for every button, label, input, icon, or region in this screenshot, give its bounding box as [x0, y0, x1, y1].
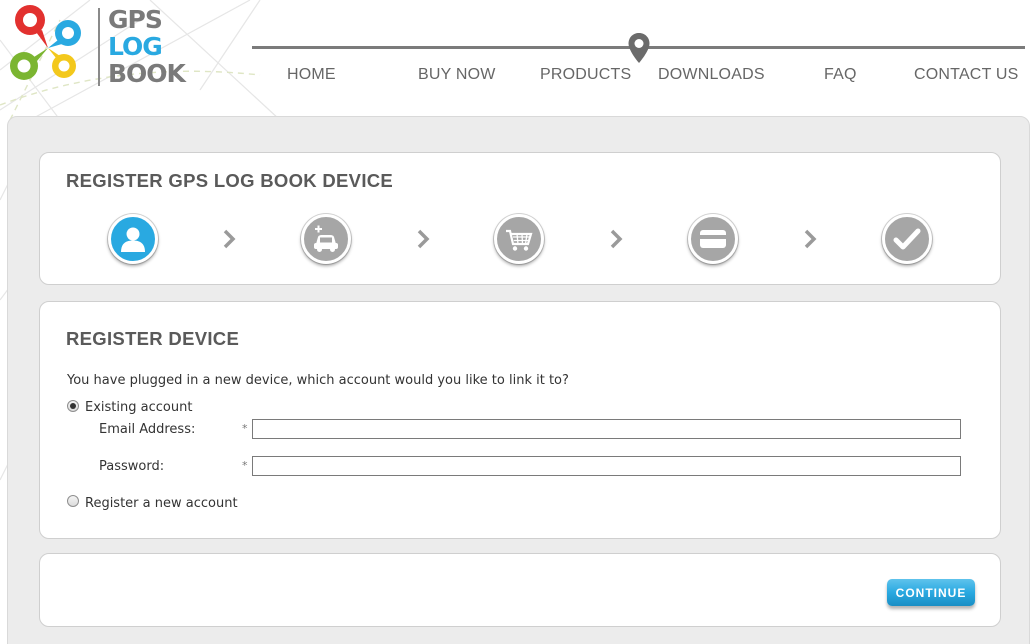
password-required-mark: * — [242, 459, 248, 472]
existing-account-label[interactable]: Existing account — [85, 400, 192, 415]
main-nav: HOME BUY NOW PRODUCTS DOWNLOADS FAQ CONT… — [252, 66, 1031, 90]
new-account-label[interactable]: Register a new account — [85, 496, 238, 511]
register-device-card: REGISTER DEVICE You have plugged in a ne… — [39, 301, 1001, 539]
logo-word-gps: GPS — [108, 5, 163, 34]
form-title: REGISTER DEVICE — [66, 328, 240, 349]
checkmark-icon — [893, 228, 921, 250]
email-label: Email Address: — [99, 422, 196, 437]
steps-title: REGISTER GPS LOG BOOK DEVICE — [66, 170, 394, 191]
chevron-right-icon — [804, 229, 817, 249]
email-required-mark: * — [242, 422, 248, 435]
colorful-pin-flower-icon — [10, 5, 81, 80]
existing-account-radio[interactable] — [67, 400, 79, 412]
chevron-right-icon — [223, 229, 236, 249]
nav-buy-now[interactable]: BUY NOW — [418, 66, 496, 84]
main-panel: REGISTER GPS LOG BOOK DEVICE REGISTER DE… — [7, 116, 1030, 644]
logo-word-log: LOG — [108, 32, 163, 61]
password-field[interactable] — [252, 456, 961, 476]
chevron-right-icon — [417, 229, 430, 249]
step-account[interactable] — [108, 214, 158, 264]
nav-faq[interactable]: FAQ — [824, 66, 857, 84]
progress-steps-card: REGISTER GPS LOG BOOK DEVICE — [39, 152, 1001, 285]
nav-products[interactable]: PRODUCTS — [540, 66, 631, 84]
actions-card: CONTINUE — [39, 553, 1001, 627]
user-icon — [121, 227, 145, 252]
logo-divider — [98, 8, 100, 86]
car-add-icon — [314, 225, 338, 252]
nav-contact-us[interactable]: CONTACT US — [914, 66, 1019, 84]
link-account-prompt: You have plugged in a new device, which … — [67, 373, 569, 388]
step-payment[interactable] — [688, 214, 738, 264]
continue-button[interactable]: CONTINUE — [887, 579, 975, 606]
step-purchase[interactable] — [494, 214, 544, 264]
location-pin-icon — [628, 33, 650, 63]
step-vehicle[interactable] — [301, 214, 351, 264]
site-logo[interactable]: GPS LOG BOOK — [6, 2, 196, 92]
logo-word-book: BOOK — [108, 59, 186, 88]
credit-card-icon — [700, 230, 726, 248]
nav-home[interactable]: HOME — [287, 66, 336, 84]
new-account-radio[interactable] — [67, 495, 79, 507]
step-complete[interactable] — [882, 214, 932, 264]
shopping-cart-icon — [506, 229, 533, 251]
nav-downloads[interactable]: DOWNLOADS — [658, 66, 765, 84]
chevron-right-icon — [610, 229, 623, 249]
password-label: Password: — [99, 459, 165, 474]
email-field[interactable] — [252, 419, 961, 439]
